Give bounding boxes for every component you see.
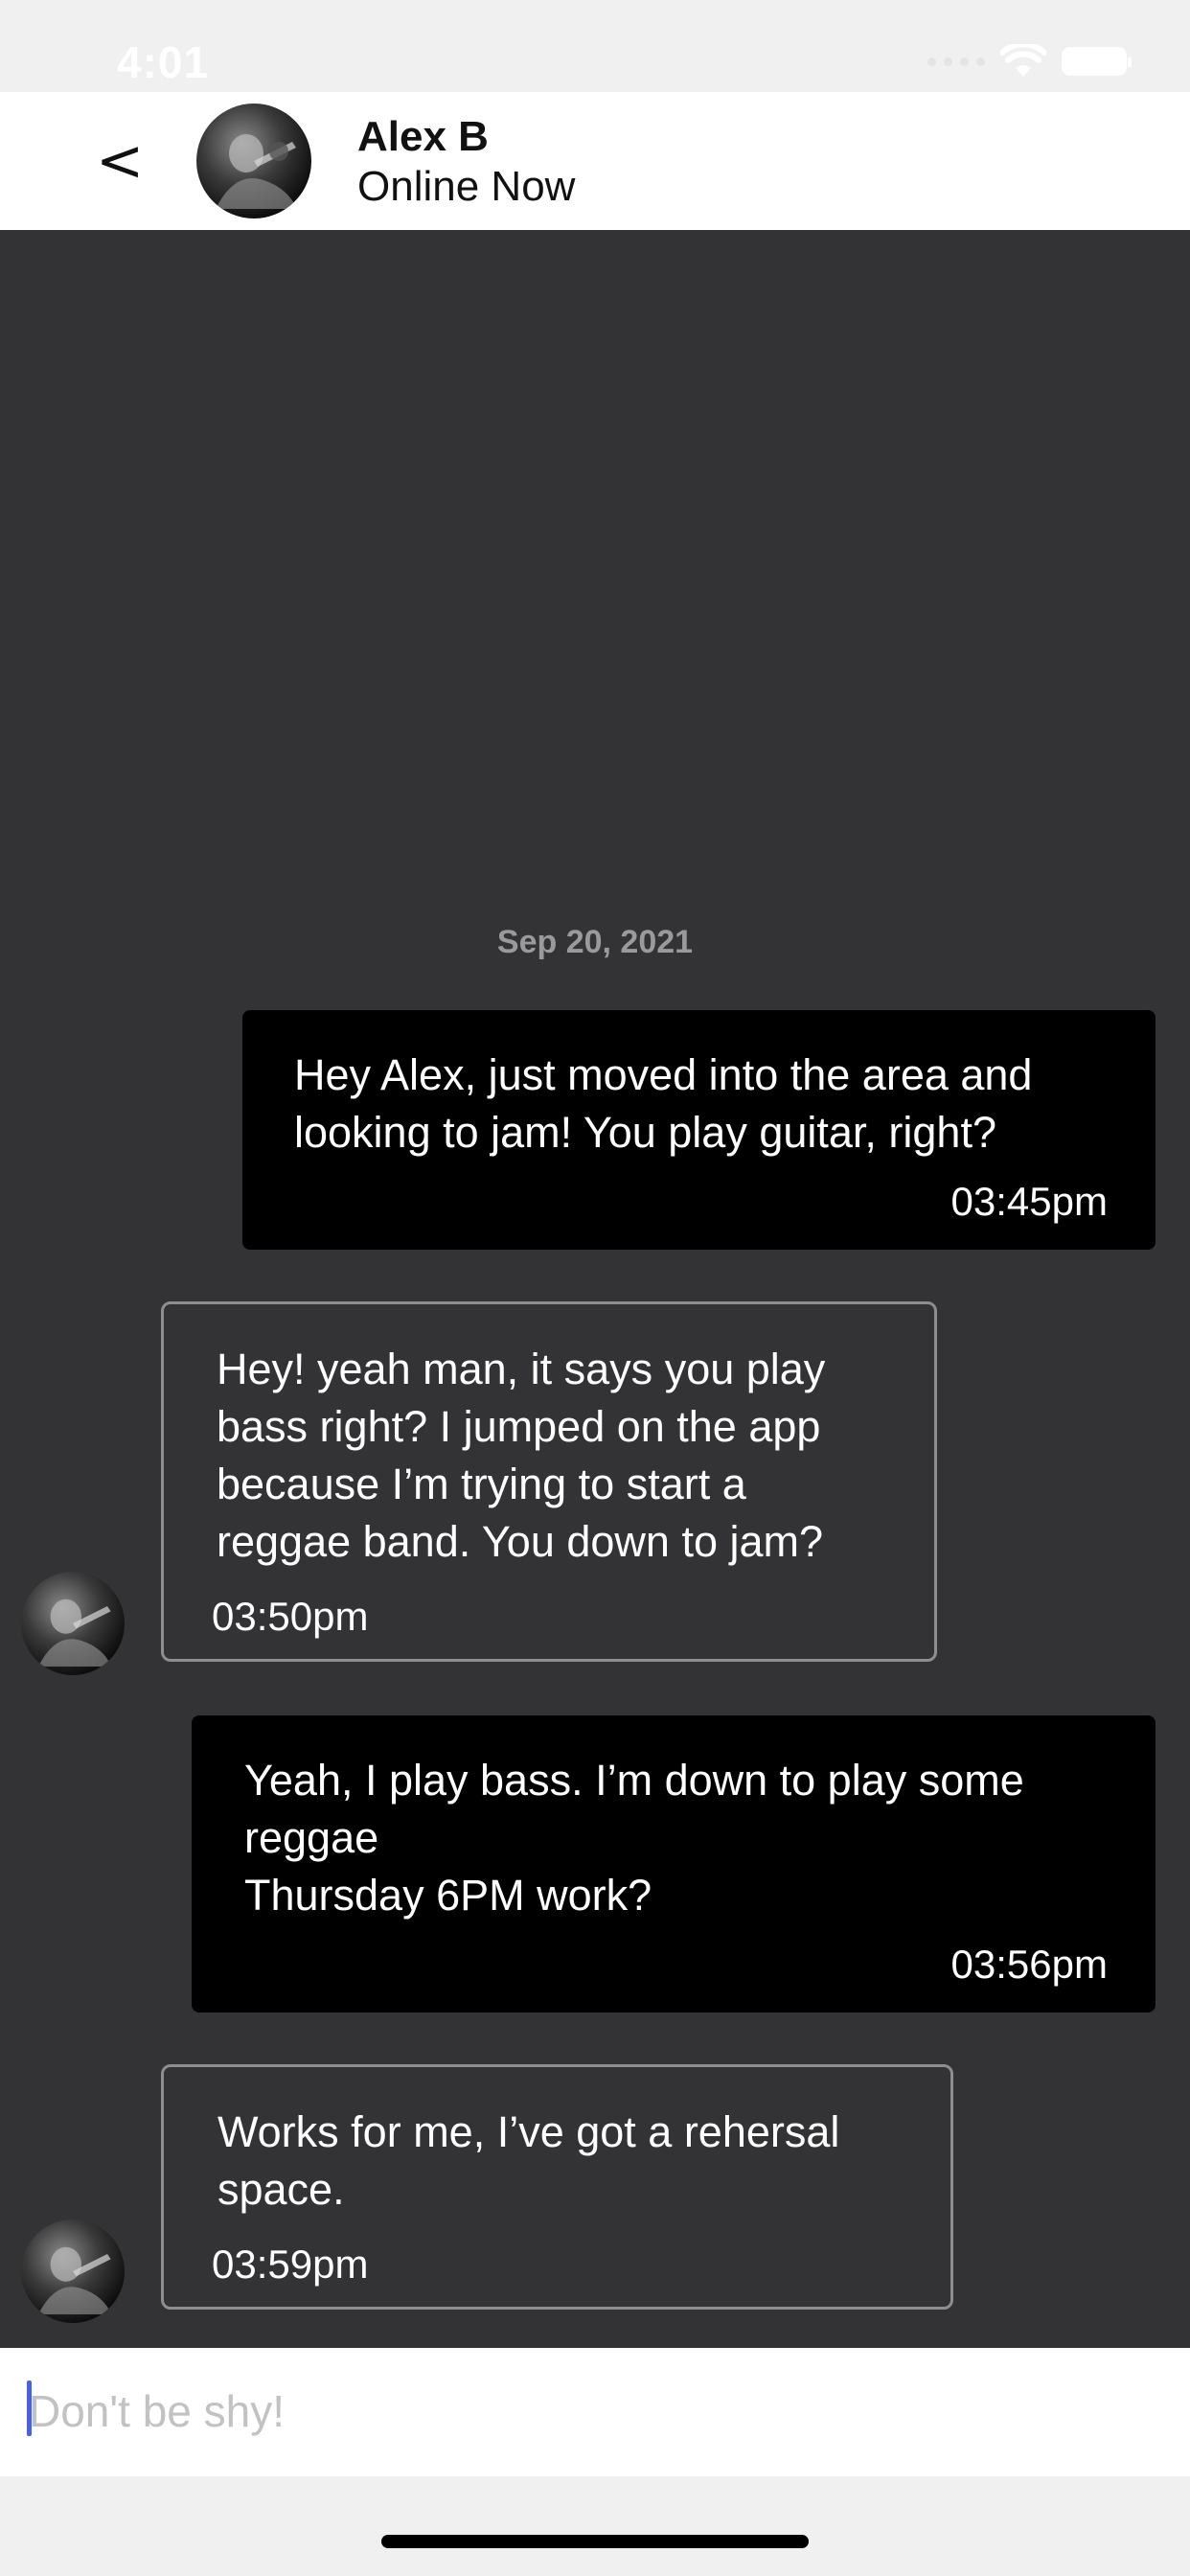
battery-icon xyxy=(1062,47,1132,76)
wifi-icon xyxy=(1000,44,1046,77)
sent-message[interactable]: Hey Alex, just moved into the area and l… xyxy=(242,1010,1156,1250)
message-input[interactable] xyxy=(29,2373,1159,2450)
cellular-signal-icon xyxy=(927,57,985,66)
avatar-photo xyxy=(38,2246,112,2314)
received-message[interactable]: Works for me, I’ve got a rehersal space.… xyxy=(161,2064,953,2310)
avatar-photo xyxy=(216,134,297,209)
sent-message[interactable]: Yeah, I play bass. I’m down to play some… xyxy=(192,1715,1156,2012)
status-icons xyxy=(927,44,1132,79)
sender-avatar[interactable] xyxy=(21,1572,125,1675)
status-bar: 4:01 xyxy=(0,0,1190,92)
received-message[interactable]: Hey! yeah man, it says you play bass rig… xyxy=(161,1301,937,1662)
message-time: 03:56pm xyxy=(950,1942,1108,1987)
composer-bar xyxy=(0,2348,1190,2476)
chat-screen: 4:01 < Alex B Online Now Sep 20, 2021 He… xyxy=(0,0,1190,2576)
message-time: 03:45pm xyxy=(950,1179,1108,1224)
message-time: 03:50pm xyxy=(212,1594,369,1639)
contact-status: Online Now xyxy=(357,163,576,210)
status-time: 4:01 xyxy=(117,37,210,87)
sender-avatar[interactable] xyxy=(21,2220,125,2323)
home-indicator[interactable] xyxy=(381,2535,809,2548)
message-text: Works for me, I’ve got a rehersal space. xyxy=(217,2107,840,2214)
date-separator: Sep 20, 2021 xyxy=(496,924,694,960)
message-text: Yeah, I play bass. I’m down to play some… xyxy=(244,1756,1024,1920)
message-text: Hey! yeah man, it says you play bass rig… xyxy=(217,1345,826,1566)
back-button[interactable]: < xyxy=(96,121,153,201)
avatar-photo xyxy=(38,1598,112,1667)
chat-header: < Alex B Online Now xyxy=(0,92,1190,230)
message-time: 03:59pm xyxy=(212,2242,369,2287)
contact-name: Alex B xyxy=(357,113,489,160)
contact-avatar[interactable] xyxy=(196,104,311,218)
message-text: Hey Alex, just moved into the area and l… xyxy=(294,1050,1033,1157)
message-list[interactable]: Sep 20, 2021 Hey Alex, just moved into t… xyxy=(0,230,1190,2348)
